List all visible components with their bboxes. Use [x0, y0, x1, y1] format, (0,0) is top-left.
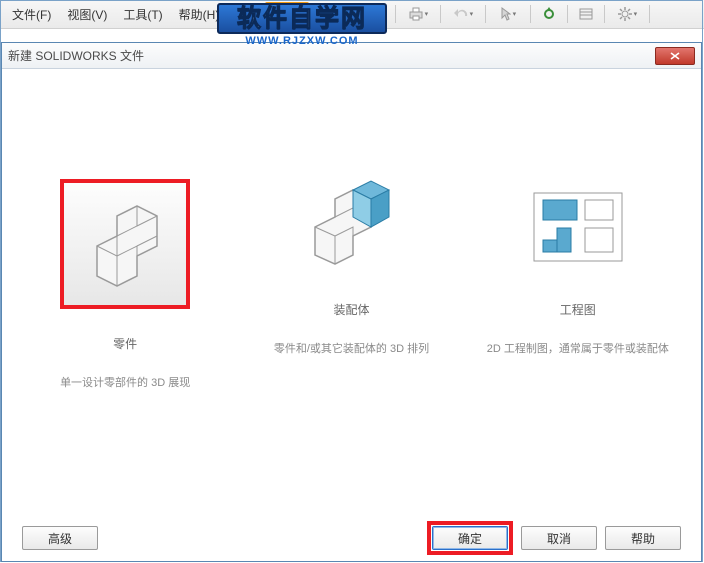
ok-button[interactable]: 确定: [432, 526, 508, 550]
option-assembly-name: 装配体: [333, 301, 369, 318]
save-button[interactable]: ▾: [356, 2, 390, 26]
print-button[interactable]: ▾: [401, 2, 435, 26]
option-part[interactable]: 零件 单一设计零部件的 3D 展现: [20, 179, 230, 390]
dialog-titlebar: 新建 SOLIDWORKS 文件: [2, 43, 701, 69]
option-part-desc: 单一设计零部件的 3D 展现: [60, 374, 190, 390]
option-drawing-desc: 2D 工程制图，通常属于零件或装配体: [487, 340, 669, 356]
option-drawing[interactable]: 工程图 2D 工程制图，通常属于零件或装配体: [473, 179, 683, 356]
options-icon[interactable]: [573, 2, 599, 26]
dialog-title: 新建 SOLIDWORKS 文件: [8, 47, 144, 64]
menu-view[interactable]: 视图(V): [59, 2, 115, 27]
cancel-button[interactable]: 取消: [521, 526, 597, 550]
undo-button[interactable]: ▾: [446, 2, 480, 26]
drawing-icon: [530, 179, 626, 275]
new-file-dialog: 新建 SOLIDWORKS 文件 零件 单一设计零部件的 3D 展现: [1, 42, 702, 562]
close-button[interactable]: [655, 47, 695, 65]
pin-icon[interactable]: [228, 2, 254, 26]
settings-button[interactable]: ▾: [610, 2, 644, 26]
open-button[interactable]: ▾: [311, 2, 345, 26]
option-assembly-desc: 零件和/或其它装配体的 3D 排列: [274, 340, 429, 356]
menu-tools[interactable]: 工具(T): [115, 2, 170, 27]
option-assembly[interactable]: 装配体 零件和/或其它装配体的 3D 排列: [246, 179, 456, 356]
rebuild-icon[interactable]: [536, 2, 562, 26]
advanced-button[interactable]: 高级: [22, 526, 98, 550]
dialog-footer: 高级 确定 取消 帮助: [2, 515, 701, 561]
close-icon: [670, 52, 680, 60]
new-file-button[interactable]: ▾: [265, 2, 309, 26]
menu-file[interactable]: 文件(F): [4, 2, 59, 27]
option-part-name: 零件: [113, 335, 137, 352]
part-icon: [60, 179, 190, 309]
menu-help[interactable]: 帮助(H): [171, 2, 228, 27]
ok-highlight: 确定: [427, 521, 513, 555]
menubar: 文件(F) 视图(V) 工具(T) 帮助(H) ▾ ▾ ▾ ▾ ▾ ▾: [0, 0, 704, 29]
option-drawing-name: 工程图: [560, 301, 596, 318]
dialog-content: 零件 单一设计零部件的 3D 展现 装配体 零件和/或其它装配体的 3D 排列: [2, 69, 701, 515]
assembly-icon: [303, 179, 399, 275]
help-button[interactable]: 帮助: [605, 526, 681, 550]
cursor-button[interactable]: ▾: [491, 2, 525, 26]
